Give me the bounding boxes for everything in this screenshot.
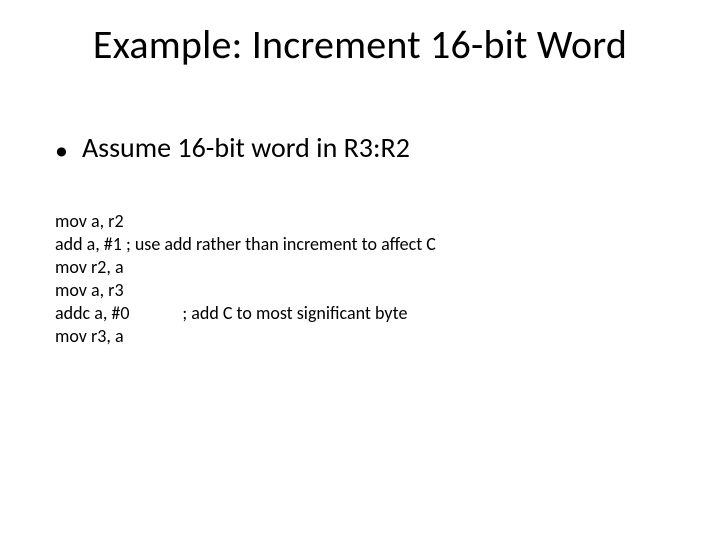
bullet-marker: • [55, 137, 68, 163]
slide: Example: Increment 16-bit Word • Assume … [0, 0, 720, 540]
bullet-text: Assume 16-bit word in R3:R2 [82, 130, 410, 165]
bullet-item: • Assume 16-bit word in R3:R2 [55, 130, 410, 165]
code-line: mov r2, a [55, 256, 436, 279]
code-line: addc a, #0 ; add C to most significant b… [55, 302, 436, 325]
slide-title: Example: Increment 16-bit Word [0, 20, 720, 69]
code-line: add a, #1 ; use add rather than incremen… [55, 233, 436, 256]
code-line: mov r3, a [55, 325, 436, 348]
code-line: mov a, r3 [55, 279, 436, 302]
code-line: mov a, r2 [55, 210, 436, 233]
code-block: mov a, r2 add a, #1 ; use add rather tha… [55, 210, 436, 348]
